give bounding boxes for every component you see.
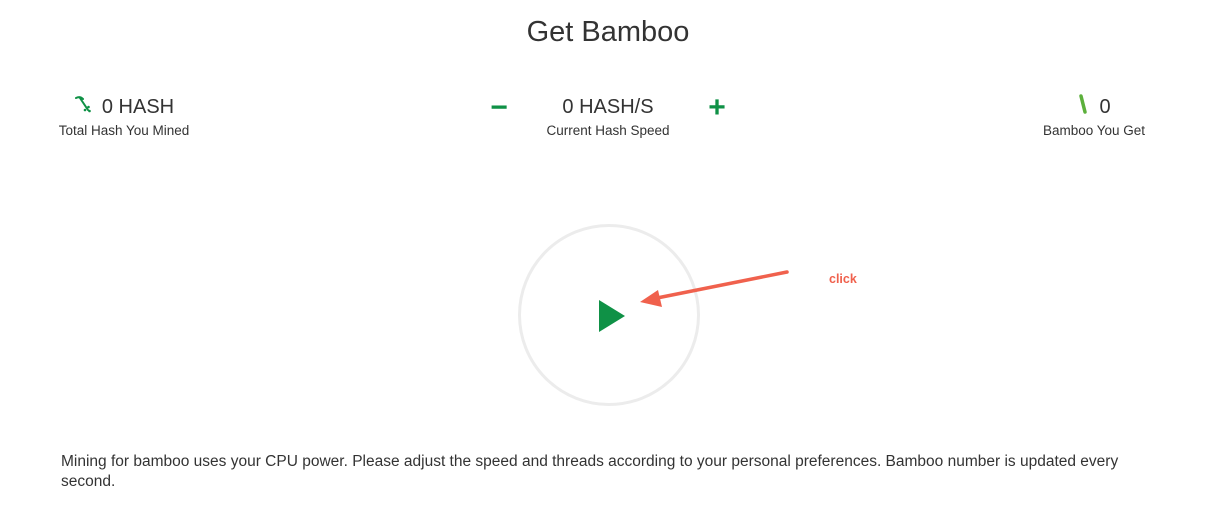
start-mining-button[interactable] bbox=[518, 224, 700, 406]
mining-description: Mining for bamboo uses your CPU power. P… bbox=[61, 453, 1119, 490]
bamboo-stat: 0 Bamboo You Get bbox=[1024, 94, 1164, 138]
page-title: Get Bamboo bbox=[526, 16, 690, 48]
decrease-speed-button[interactable]: − bbox=[485, 93, 513, 123]
bamboo-caption: Bamboo You Get bbox=[1042, 123, 1146, 138]
hash-speed-caption: Current Hash Speed bbox=[546, 123, 670, 138]
total-hash-row: 0 HASH bbox=[44, 94, 204, 120]
bamboo-value: 0 bbox=[1099, 95, 1111, 118]
annotation-label: click bbox=[829, 272, 857, 286]
total-hash-stat: 0 HASH Total Hash You Mined bbox=[44, 94, 204, 139]
total-hash-caption: Total Hash You Mined bbox=[58, 123, 190, 138]
bamboo-icon bbox=[1077, 94, 1089, 120]
play-icon bbox=[599, 300, 625, 332]
hash-speed-stat: 0 HASH/S Current Hash Speed bbox=[520, 94, 696, 139]
increase-speed-button[interactable]: + bbox=[703, 93, 731, 123]
hash-speed-value: 0 HASH/S bbox=[562, 95, 654, 118]
bamboo-row: 0 bbox=[1024, 94, 1164, 120]
total-hash-value: 0 HASH bbox=[101, 95, 175, 118]
pickaxe-icon bbox=[74, 95, 92, 119]
annotation-arrow-icon bbox=[640, 270, 789, 307]
hash-speed-row: 0 HASH/S bbox=[520, 94, 696, 120]
